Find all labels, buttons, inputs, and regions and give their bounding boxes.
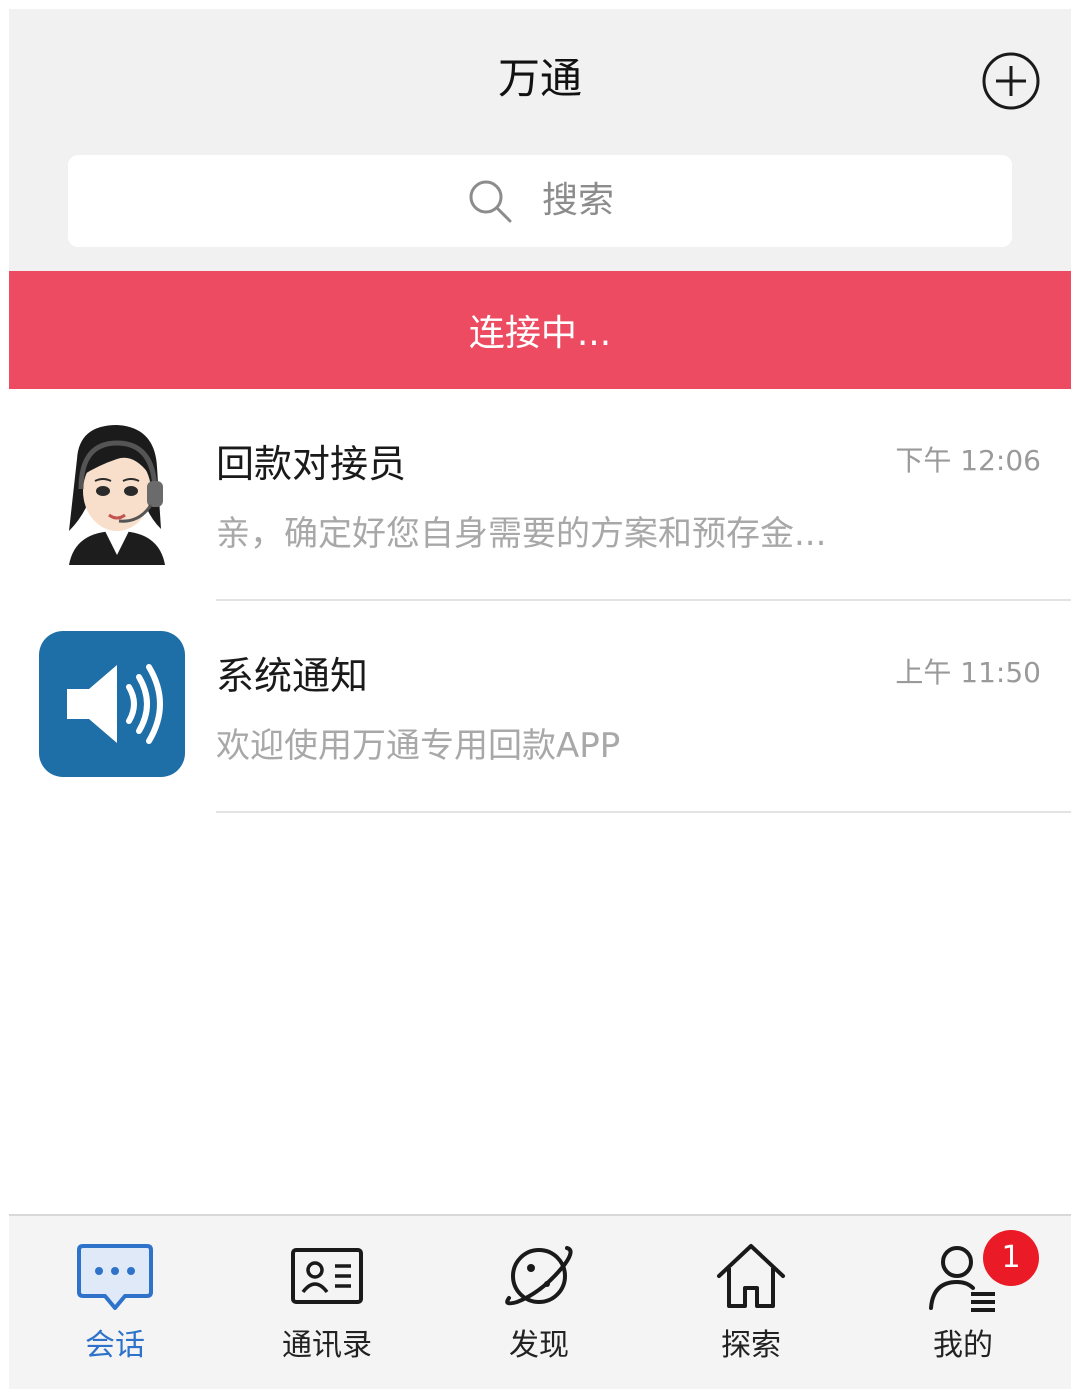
tab-discover[interactable]: 发现 [433,1216,645,1389]
notification-badge: 1 [983,1230,1039,1286]
search-placeholder: 搜索 [541,180,614,221]
conversation-preview: 欢迎使用万通专用回款APP [216,726,621,766]
divider [216,811,1071,813]
conversation-time: 下午 12:06 [895,444,1041,477]
conversation-preview: 亲，确定好您自身需要的方案和预存金... [216,514,827,554]
home-icon [717,1244,785,1308]
tab-label: 会话 [85,1328,145,1363]
contact-card-icon [291,1248,363,1304]
tab-me[interactable]: 1 我的 [857,1216,1069,1389]
tab-contacts[interactable]: 通讯录 [221,1216,433,1389]
planet-icon [505,1246,573,1306]
tab-label: 我的 [933,1328,993,1363]
conversation-item[interactable]: 回款对接员 下午 12:06 亲，确定好您自身需要的方案和预存金... [9,389,1071,601]
search-bar[interactable]: 搜索 [68,155,1012,247]
tab-label: 探索 [721,1328,781,1363]
connection-status-banner: 连接中... [9,271,1071,389]
connection-status-text: 连接中... [468,313,612,354]
conversation-item[interactable]: 系统通知 上午 11:50 欢迎使用万通专用回款APP [9,601,1071,813]
tab-label: 发现 [509,1328,569,1363]
tab-explore[interactable]: 探索 [645,1216,857,1389]
tab-conversations[interactable]: 会话 [9,1216,221,1389]
speaker-icon [39,631,185,777]
tab-label: 通讯录 [282,1328,372,1363]
page-title: 万通 [497,54,582,103]
customer-service-avatar [39,419,185,565]
conversation-time: 上午 11:50 [895,656,1041,689]
conversation-name: 回款对接员 [216,442,407,486]
search-icon [469,180,512,223]
header: 万通 搜索 [9,9,1071,271]
app-screen: 万通 搜索 连接中... 回款对接员 下午 12:06 亲，确定好您自身需要的方… [9,9,1071,1389]
plus-circle-icon[interactable] [981,51,1041,111]
chat-bubble-icon [77,1244,153,1310]
bottom-tab-bar: 会话 通讯录 发现 探索 1 我的 [9,1214,1071,1389]
conversation-name: 系统通知 [216,654,369,698]
